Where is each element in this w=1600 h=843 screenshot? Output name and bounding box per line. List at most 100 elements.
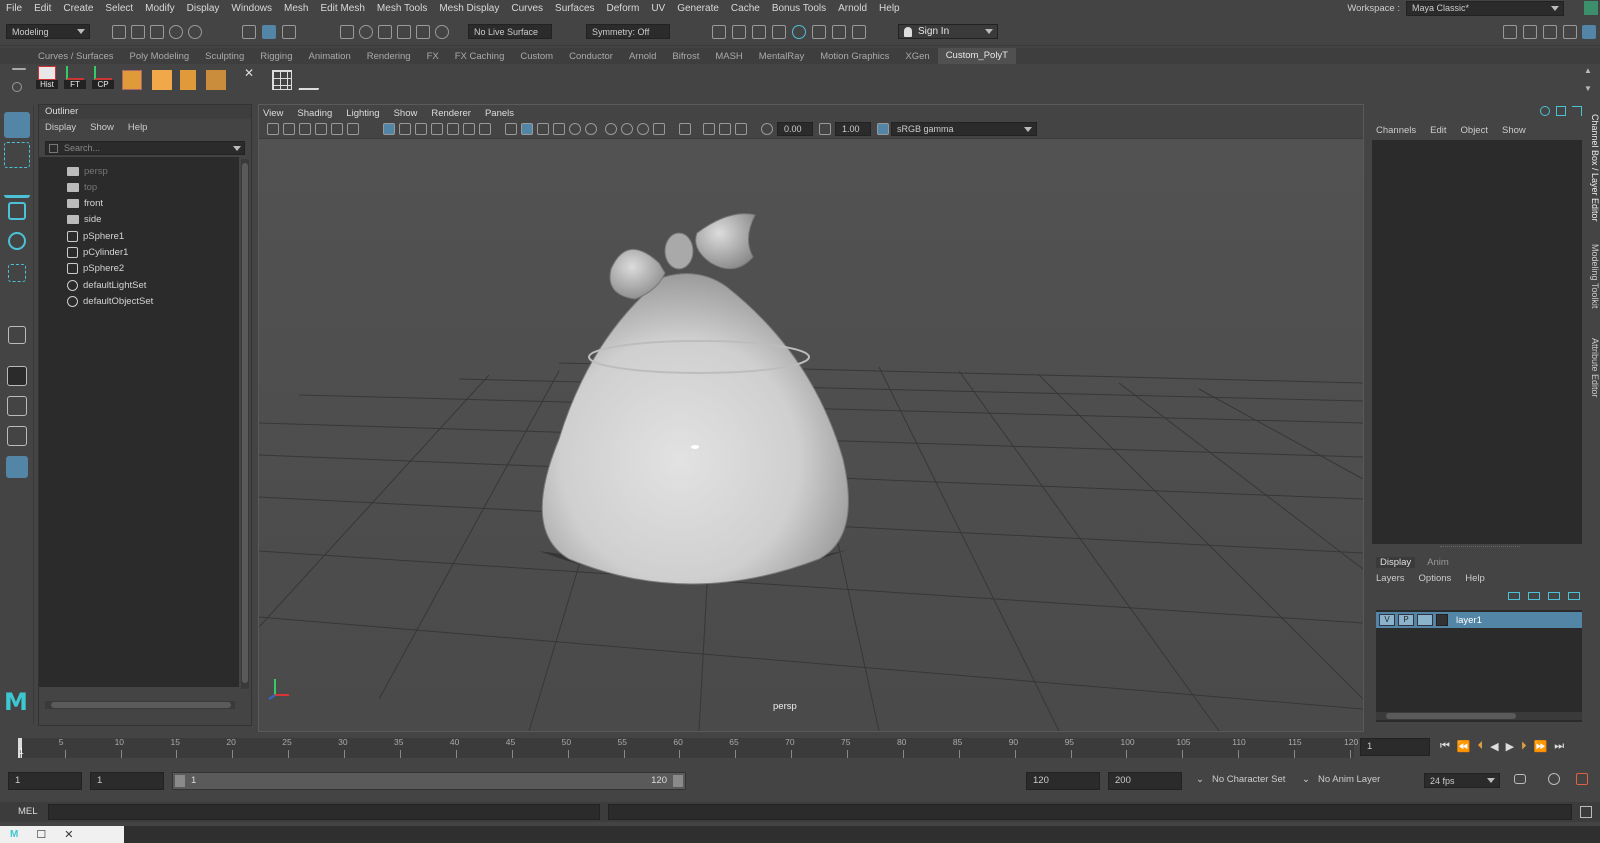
shelf-menu-icon[interactable] <box>12 68 26 70</box>
poly-cube-alt-icon[interactable] <box>152 70 172 90</box>
playback-start-field[interactable]: 1 <box>90 772 164 790</box>
psphere1-mesh[interactable] <box>541 273 849 585</box>
outliner-item-defaultlightset[interactable]: defaultLightSet <box>67 277 146 293</box>
shelf-tab-custom[interactable]: Custom <box>512 51 561 62</box>
motion-blur-icon[interactable] <box>621 123 633 135</box>
workspace-dropdown[interactable]: Maya Classic* <box>1406 0 1564 16</box>
script-editor-icon[interactable] <box>1580 806 1592 818</box>
pause-icon[interactable] <box>852 25 866 39</box>
channel-box-menu-object[interactable]: Object <box>1461 125 1488 136</box>
menu-file[interactable]: File <box>0 3 28 14</box>
lock-icon[interactable] <box>1584 1 1598 15</box>
menu-deform[interactable]: Deform <box>601 3 646 14</box>
menuset-dropdown[interactable]: Modeling <box>6 24 90 39</box>
menu-windows[interactable]: Windows <box>225 3 278 14</box>
layer-editor-icon[interactable] <box>1556 106 1566 116</box>
outliner-item-psphere1[interactable]: pSphere1 <box>67 228 124 244</box>
shelf-tab-motion-graphics[interactable]: Motion Graphics <box>812 51 897 62</box>
shelf-tab-fx[interactable]: FX <box>419 51 447 62</box>
expand-icon[interactable] <box>1572 106 1582 116</box>
outliner-menu-show[interactable]: Show <box>90 122 114 133</box>
fps-dropdown[interactable]: 24 fps <box>1424 773 1500 788</box>
shelf-tab-mentalray[interactable]: MentalRay <box>751 51 812 62</box>
extrude-icon[interactable] <box>180 70 196 90</box>
new-layer-selected-icon[interactable] <box>1568 592 1580 600</box>
outliner-item-pcylinder1[interactable]: pCylinder1 <box>67 245 128 261</box>
combine-icon[interactable] <box>206 70 226 90</box>
lasso-tool-icon[interactable] <box>4 142 30 168</box>
gamma-field[interactable]: 1.00 <box>835 122 871 136</box>
outliner-item-defaultobjectset[interactable]: defaultObjectSet <box>67 293 153 309</box>
outliner-item-psphere2[interactable]: pSphere2 <box>67 261 124 277</box>
menu-curves[interactable]: Curves <box>505 3 549 14</box>
persp-graph-layout-icon[interactable] <box>7 426 27 446</box>
hypershade-icon[interactable] <box>792 25 806 39</box>
layer-name[interactable]: layer1 <box>1456 615 1482 626</box>
menu-mesh-display[interactable]: Mesh Display <box>433 3 505 14</box>
arnold-ipr-icon[interactable] <box>832 25 846 39</box>
gate-mask-icon[interactable] <box>431 123 443 135</box>
menu-arnold[interactable]: Arnold <box>832 3 873 14</box>
wireframe-on-shaded-icon[interactable] <box>537 123 549 135</box>
outliner-item-side[interactable]: side <box>67 212 101 228</box>
menu-generate[interactable]: Generate <box>671 3 725 14</box>
side-tab-attribute-editor[interactable]: Attribute Editor <box>1586 338 1600 398</box>
colorspace-dropdown[interactable]: sRGB gamma <box>891 122 1037 136</box>
menu-modify[interactable]: Modify <box>139 3 180 14</box>
menu-display[interactable]: Display <box>181 3 226 14</box>
open-scene-icon[interactable] <box>131 25 145 39</box>
move-layer-up-icon[interactable] <box>1508 592 1520 600</box>
shelf-tab-fx-caching[interactable]: FX Caching <box>447 51 513 62</box>
arnold-render-icon[interactable] <box>812 25 826 39</box>
xray-icon[interactable] <box>703 123 715 135</box>
channel-box-menu-show[interactable]: Show <box>1502 125 1526 136</box>
make-live-icon[interactable] <box>435 25 449 39</box>
viewport-menu-panels[interactable]: Panels <box>485 108 514 119</box>
new-layer-icon[interactable] <box>1548 592 1560 600</box>
single-perspective-layout-icon[interactable] <box>8 326 26 344</box>
step-back-frame-icon[interactable]: ⏴ <box>1478 740 1484 753</box>
shelf-tab-arnold[interactable]: Arnold <box>621 51 664 62</box>
resolution-gate-icon[interactable] <box>415 123 427 135</box>
snap-curve-icon[interactable] <box>359 25 373 39</box>
undo-icon[interactable] <box>169 25 183 39</box>
animation-end-field[interactable]: 200 <box>1108 772 1182 790</box>
cp-button[interactable]: CP <box>92 66 114 94</box>
rotate-tool-icon[interactable] <box>8 232 26 250</box>
redo-icon[interactable] <box>188 25 202 39</box>
search-options-icon[interactable] <box>233 146 241 151</box>
side-tab-modeling-toolkit[interactable]: Modeling Toolkit <box>1586 244 1600 308</box>
character-controls-icon[interactable] <box>1523 25 1537 39</box>
grease-pencil-icon[interactable] <box>347 123 359 135</box>
menu-edit[interactable]: Edit <box>28 3 57 14</box>
poly-cube-icon[interactable] <box>122 70 142 90</box>
color-management-icon[interactable] <box>877 123 889 135</box>
anim-prefs-icon[interactable] <box>1576 773 1588 785</box>
snap-live-icon[interactable] <box>416 25 430 39</box>
render-sequence-icon[interactable] <box>732 25 746 39</box>
close-icon[interactable]: ✕ <box>64 828 73 841</box>
attribute-editor-icon[interactable] <box>1543 25 1557 39</box>
new-scene-icon[interactable] <box>112 25 126 39</box>
xray-active-icon[interactable] <box>719 123 731 135</box>
play-forwards-icon[interactable]: ▶ <box>1506 740 1514 753</box>
persp-outliner-layout-icon[interactable] <box>7 396 27 416</box>
time-slider-track[interactable]: 1 5 10 15 20 25 30 35 40 45 50 55 60 65 70 75 80 85 90 95 10… <box>18 737 1358 758</box>
isolate-select-icon[interactable] <box>679 123 691 135</box>
menu-select[interactable]: Select <box>99 3 139 14</box>
current-frame-field[interactable]: 1 <box>1360 738 1430 756</box>
select-hierarchy-icon[interactable] <box>242 25 256 39</box>
two-d-pan-icon[interactable] <box>331 123 343 135</box>
viewport-menu-lighting[interactable]: Lighting <box>346 108 379 119</box>
ambient-occlusion-icon[interactable] <box>605 123 617 135</box>
maximize-icon[interactable]: ☐ <box>36 828 46 841</box>
go-to-end-icon[interactable]: ⏭ <box>1554 740 1564 753</box>
menu-help[interactable]: Help <box>873 3 906 14</box>
layer-color-swatch[interactable] <box>1436 614 1448 626</box>
scale-tool-icon[interactable] <box>8 264 26 282</box>
save-scene-icon[interactable] <box>150 25 164 39</box>
anti-aliasing-icon[interactable] <box>637 123 649 135</box>
snap-view-plane-icon[interactable] <box>397 25 411 39</box>
channel-box-icon[interactable] <box>1540 106 1550 116</box>
ft-button[interactable]: FT <box>64 66 86 94</box>
